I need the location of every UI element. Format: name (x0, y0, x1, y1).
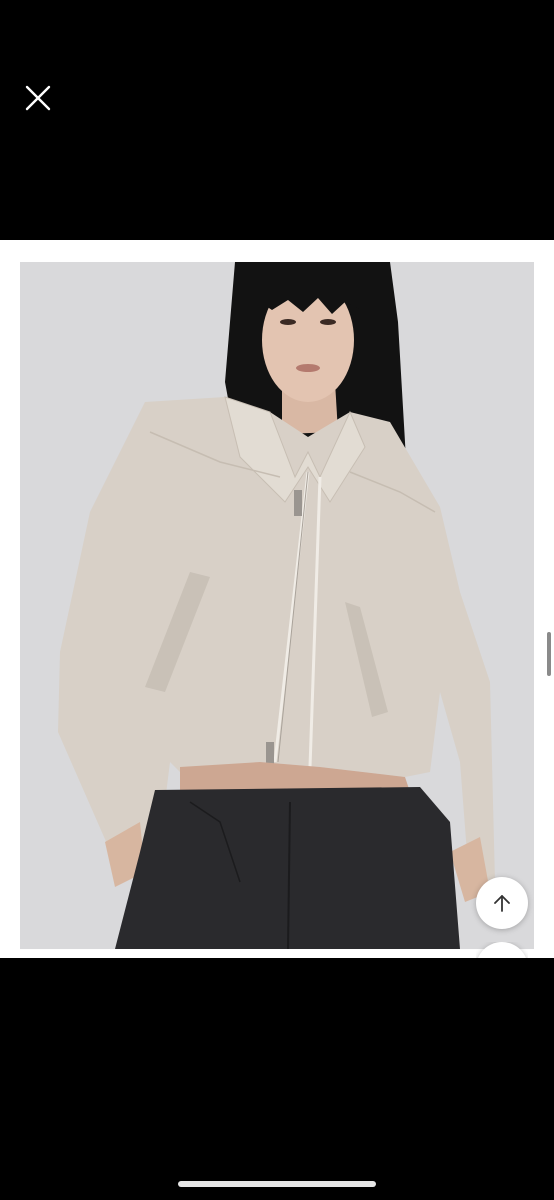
floating-action-button[interactable] (476, 942, 528, 958)
product-photo[interactable] (20, 262, 534, 949)
close-button[interactable] (18, 78, 58, 118)
home-indicator[interactable] (178, 1181, 376, 1187)
scroll-to-top-button[interactable] (476, 877, 528, 929)
image-frame (0, 240, 554, 958)
arrow-up-icon (494, 895, 510, 912)
floating-button-circle (476, 942, 528, 958)
scrollbar-thumb[interactable] (547, 632, 551, 676)
close-icon (25, 85, 51, 111)
